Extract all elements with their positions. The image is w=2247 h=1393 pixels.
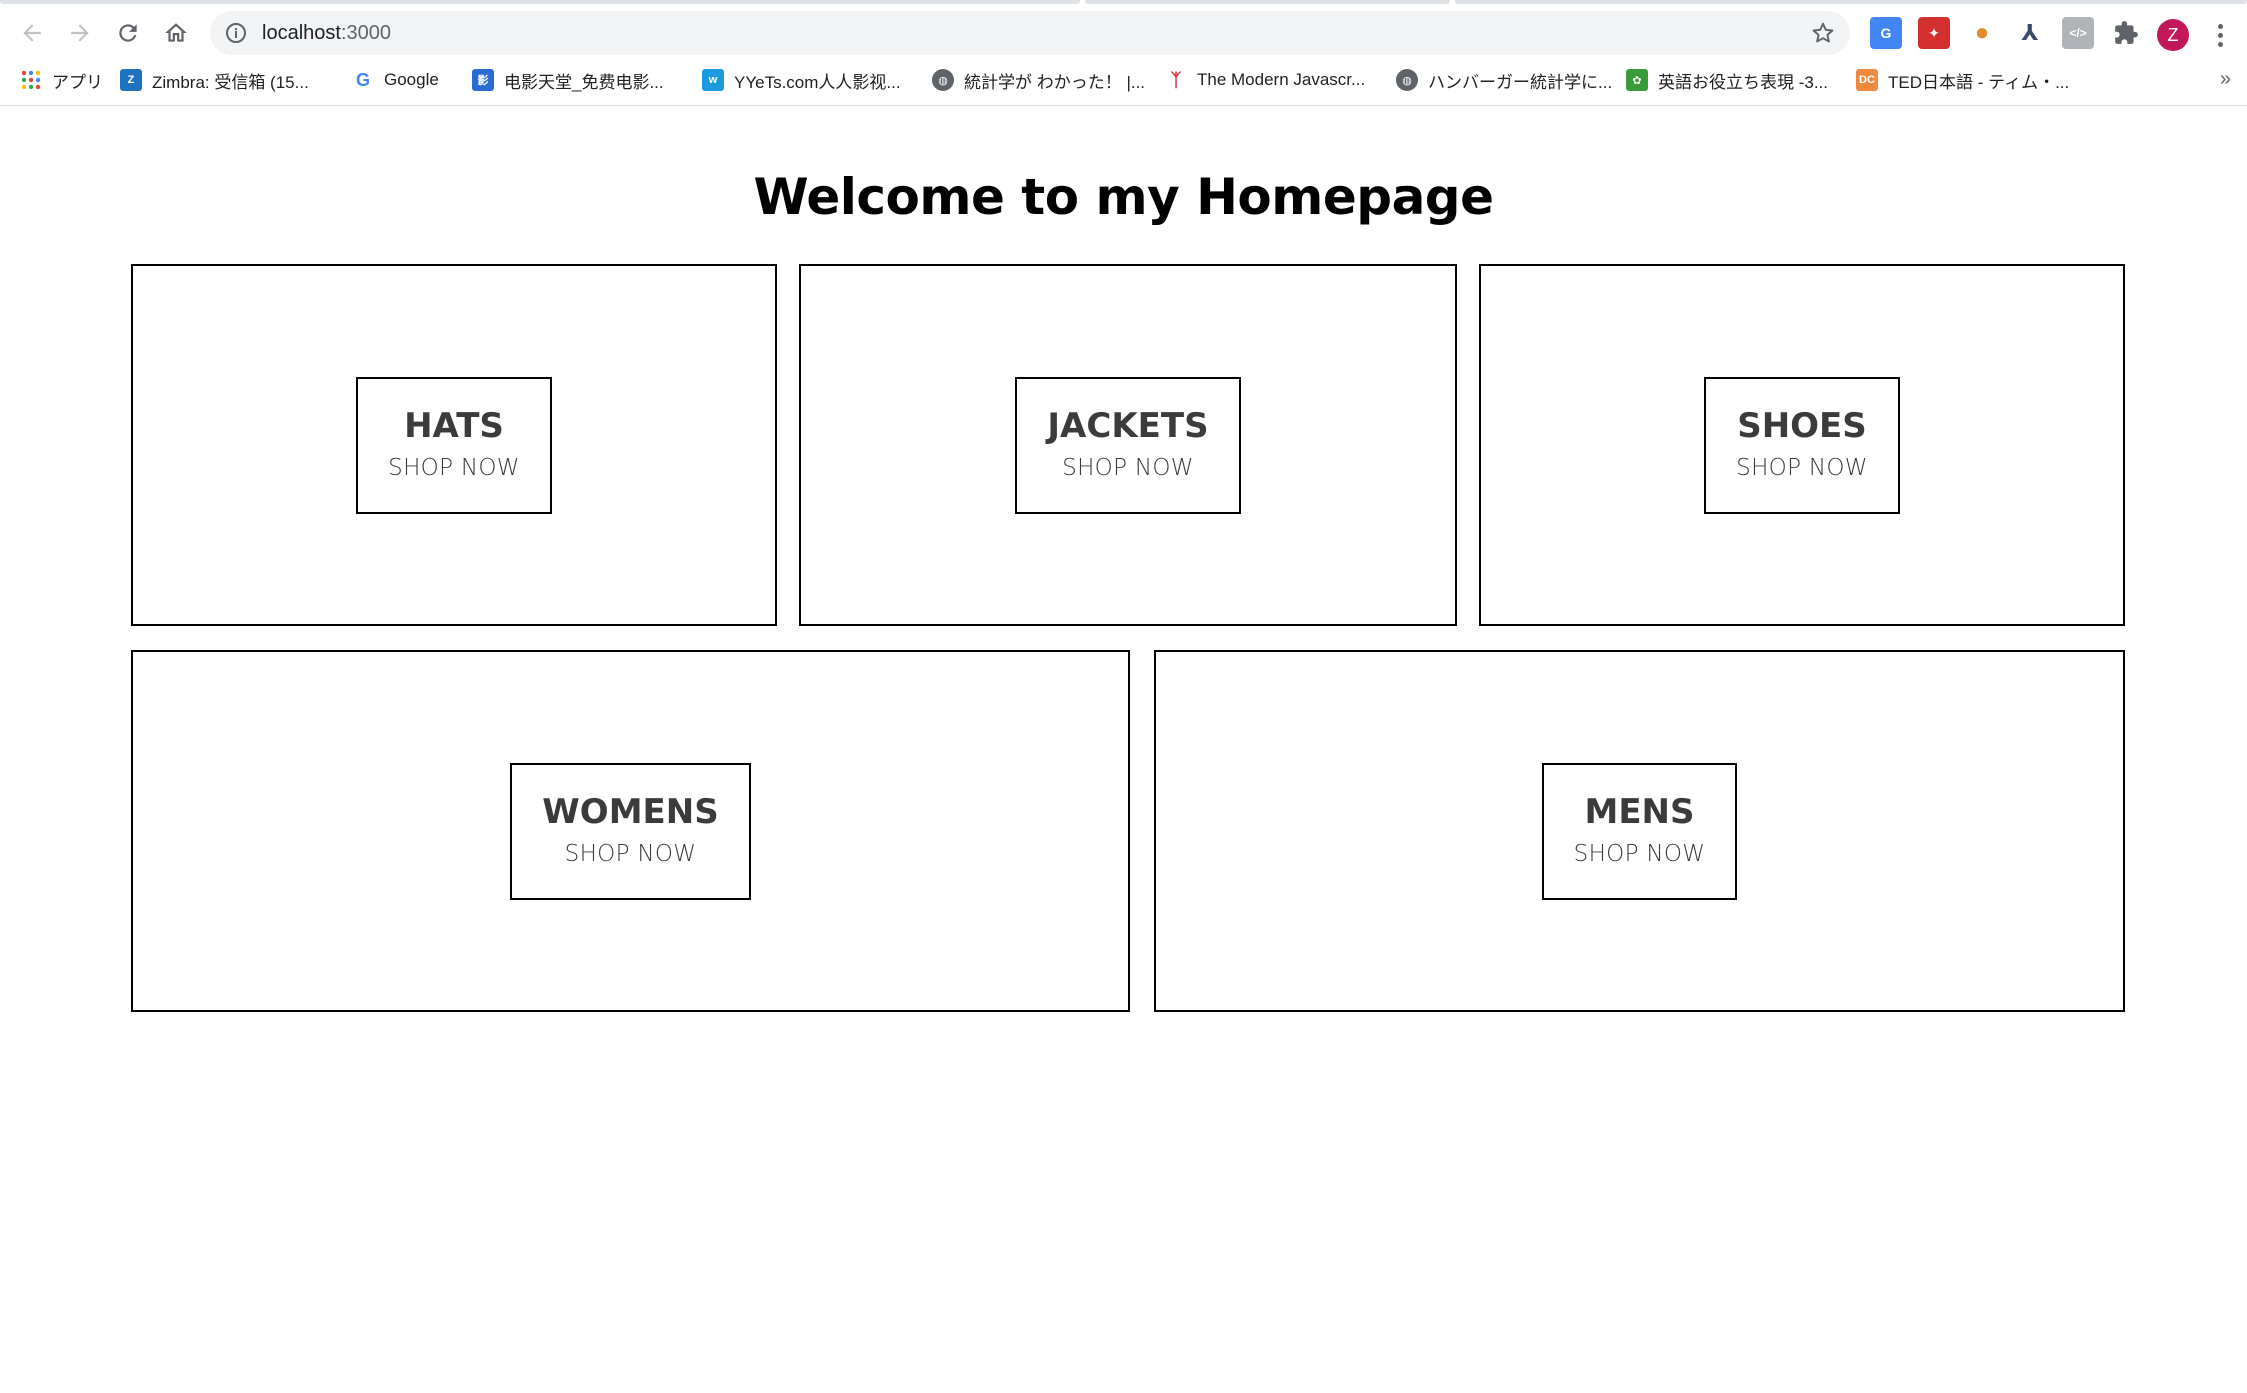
arrow-right-icon [71, 24, 89, 42]
back-button[interactable] [14, 15, 50, 51]
shop-now-link[interactable]: SHOP NOW [1062, 451, 1194, 485]
category-name: WOMENS [542, 792, 719, 832]
profile-avatar[interactable]: Z [2157, 19, 2189, 51]
arrow-left-icon [23, 24, 41, 42]
shop-now-link[interactable]: SHOP NOW [1574, 837, 1706, 871]
bookmark-item[interactable]: ✿ 英語お役立ち表現 -3... [1626, 66, 1828, 94]
category-name: JACKETS [1047, 406, 1209, 446]
fork-icon[interactable]: ⅄ [2014, 17, 2046, 49]
code-icon[interactable]: </> [2062, 17, 2094, 49]
dytt-icon: 影 [472, 69, 494, 91]
bookmark-label: Google [384, 70, 439, 89]
home-button[interactable] [158, 15, 194, 51]
bookmark-label: The Modern Javascr... [1197, 70, 1366, 89]
page-title: Welcome to my Homepage [753, 168, 1494, 226]
tab-indicator [1085, 0, 1450, 4]
bookmark-item[interactable]: 影 电影天堂_免费电影... [472, 66, 664, 94]
bookmark-item[interactable]: Z Zimbra: 受信箱 (15... [120, 66, 309, 94]
zimbra-icon: Z [120, 69, 142, 91]
bookmark-label: 英語お役立ち表現 -3... [1658, 72, 1829, 92]
bookmarks-bar: アプリ Z Zimbra: 受信箱 (15... G Google 影 电影天堂… [0, 60, 2247, 100]
bookmark-label: ハンバーガー統計学に... [1428, 72, 1613, 92]
address-bar[interactable]: localhost:3000 [210, 11, 1850, 55]
google-icon: G [352, 69, 374, 91]
browser-toolbar: localhost:3000 G ✦ ● ⅄ </> Z [0, 9, 2247, 55]
yyets-icon: w [702, 69, 724, 91]
category-label-box[interactable]: WOMENS SHOP NOW [510, 762, 751, 900]
reload-button[interactable] [110, 15, 146, 51]
category-label-box[interactable]: SHOES SHOP NOW [1704, 376, 1900, 514]
extension-red-icon[interactable]: ✦ [1918, 17, 1950, 49]
google-translate-icon[interactable]: G [1870, 17, 1902, 49]
bookmark-item[interactable]: w YYeTs.com人人影视... [702, 66, 901, 94]
globe-icon: ◍ [1396, 69, 1418, 91]
category-card-mens[interactable]: MENS SHOP NOW [1154, 650, 2125, 1012]
bookmarks-overflow-button[interactable]: » [2220, 68, 2231, 91]
browser-chrome: localhost:3000 G ✦ ● ⅄ </> Z アプリ Z Zimbr… [0, 0, 2247, 106]
frog-icon: ✿ [1626, 69, 1648, 91]
bookmark-item[interactable]: DC TED日本語 - ティム・... [1856, 66, 2069, 94]
shop-now-link[interactable]: SHOP NOW [1736, 451, 1868, 485]
bookmark-item[interactable]: G Google [352, 66, 439, 94]
bookmark-item[interactable]: ◍ ハンバーガー統計学に... [1396, 66, 1612, 94]
globe-icon: ◍ [932, 69, 954, 91]
category-label-box[interactable]: JACKETS SHOP NOW [1015, 376, 1241, 514]
bookmark-label: YYeTs.com人人影视... [734, 72, 901, 92]
shop-now-link[interactable]: SHOP NOW [388, 451, 520, 485]
bookmark-item[interactable]: ᛉ The Modern Javascr... [1165, 66, 1365, 94]
tab-strip [0, 0, 2247, 9]
bookmark-label: TED日本語 - ティム・... [1888, 72, 2070, 92]
bookmark-label: Zimbra: 受信箱 (15... [152, 72, 309, 92]
category-card-shoes[interactable]: SHOES SHOP NOW [1479, 264, 2125, 626]
category-name: SHOES [1737, 406, 1867, 446]
shop-now-link[interactable]: SHOP NOW [565, 837, 697, 871]
category-card-jackets[interactable]: JACKETS SHOP NOW [799, 264, 1457, 626]
category-name: MENS [1584, 792, 1695, 832]
bookmark-label: 統計学が わかった！ |... [964, 72, 1146, 92]
home-icon [165, 23, 187, 42]
extensions-puzzle-icon[interactable] [2110, 17, 2142, 49]
url-host: localhost [262, 22, 341, 44]
bookmark-item[interactable]: アプリ [20, 66, 103, 94]
url-text[interactable]: localhost:3000 [262, 21, 391, 45]
bookmark-star-icon[interactable] [1810, 20, 1836, 46]
forward-button[interactable] [62, 15, 98, 51]
bookmark-label: 电影天堂_免费电影... [504, 72, 664, 92]
category-card-womens[interactable]: WOMENS SHOP NOW [131, 650, 1130, 1012]
reload-icon [119, 24, 137, 42]
info-icon[interactable] [224, 21, 248, 45]
js-icon: ᛉ [1165, 69, 1187, 91]
dc-icon: DC [1856, 69, 1878, 91]
cookie-icon[interactable]: ● [1966, 17, 1998, 49]
category-label-box[interactable]: HATS SHOP NOW [356, 376, 552, 514]
bookmark-item[interactable]: ◍ 統計学が わかった！ |... [932, 66, 1145, 94]
apps-grid-icon [20, 69, 42, 91]
kebab-menu-icon[interactable] [2210, 19, 2230, 51]
category-name: HATS [404, 406, 504, 446]
tab-indicator [1455, 0, 2247, 4]
tab-indicator [0, 0, 1080, 4]
bookmark-label: アプリ [52, 72, 103, 92]
category-label-box[interactable]: MENS SHOP NOW [1541, 762, 1738, 900]
url-port: :3000 [340, 22, 391, 44]
category-card-hats[interactable]: HATS SHOP NOW [131, 264, 777, 626]
